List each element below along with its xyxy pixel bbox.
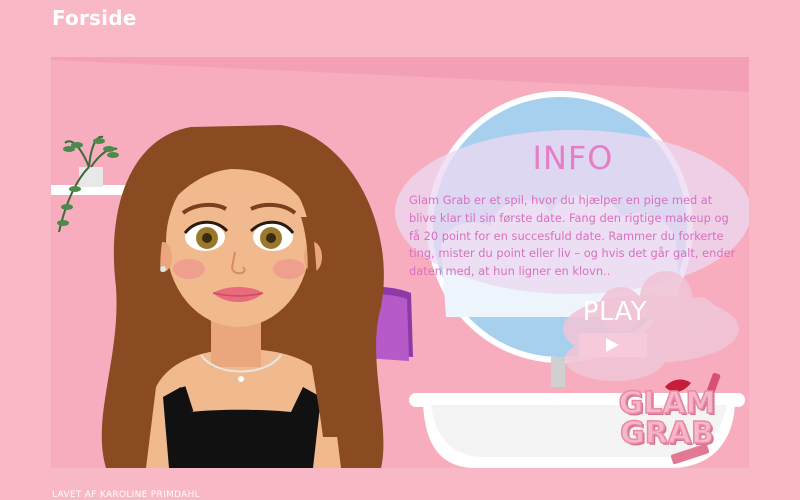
girl-character bbox=[101, 125, 384, 468]
play-label[interactable]: PLAY bbox=[521, 297, 709, 327]
page-title: Forside bbox=[52, 6, 137, 30]
logo-line-2: GRAB bbox=[619, 416, 714, 451]
play-icon bbox=[606, 338, 619, 352]
play-button-group[interactable]: PLAY bbox=[521, 297, 701, 387]
page-header: Forside bbox=[52, 6, 137, 30]
info-panel: INFO Glam Grab er et spil, hvor du hjælp… bbox=[408, 135, 738, 285]
play-button[interactable] bbox=[579, 333, 647, 357]
page-footer: LAVET AF KAROLINE PRIMDAHL bbox=[52, 490, 200, 500]
logo-line-1: GLAM bbox=[618, 386, 716, 421]
info-title: INFO bbox=[532, 139, 614, 177]
glam-grab-logo: GLAM GRAB bbox=[607, 386, 727, 451]
info-description: Glam Grab er et spil, hvor du hjælper en… bbox=[409, 193, 736, 278]
game-stage: INFO Glam Grab er et spil, hvor du hjælp… bbox=[51, 57, 749, 468]
